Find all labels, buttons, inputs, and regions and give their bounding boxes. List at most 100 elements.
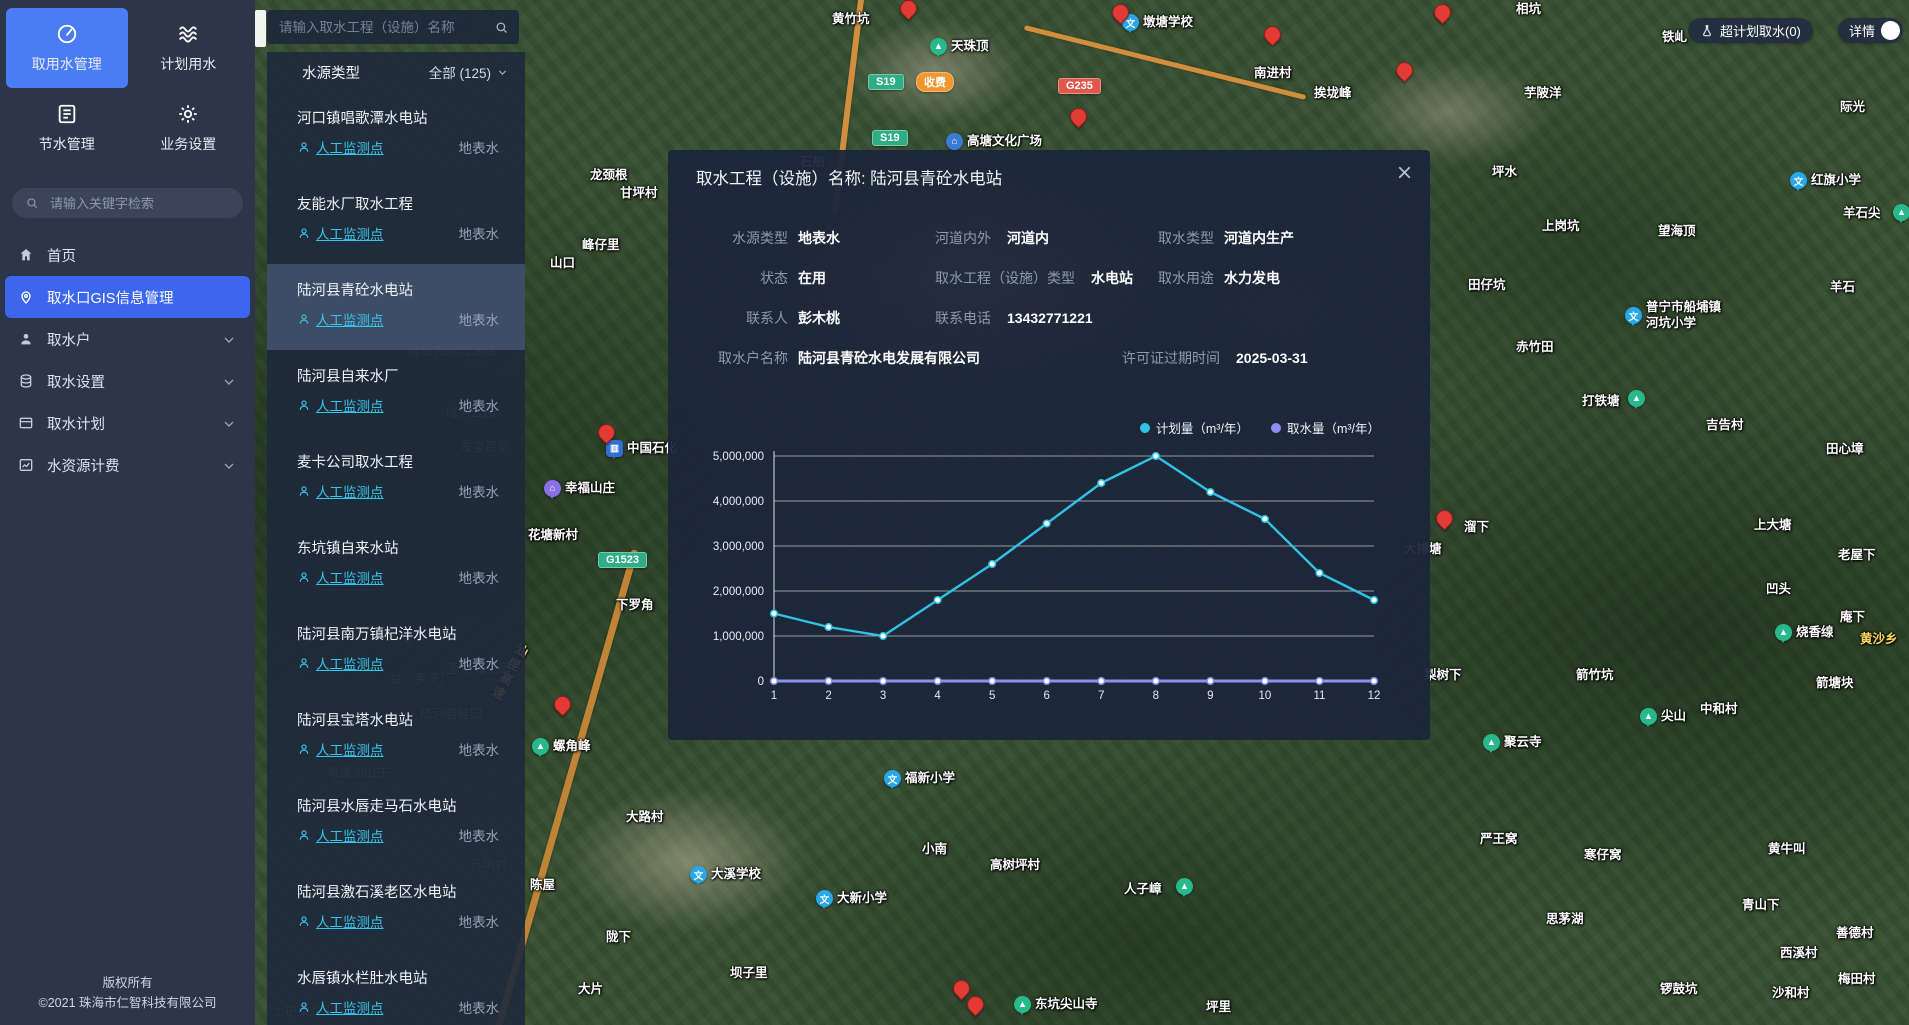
- filter-label: 水源类型: [302, 62, 360, 83]
- waves-icon: [177, 23, 199, 45]
- module-4[interactable]: 业务设置: [128, 88, 250, 168]
- station-list-item[interactable]: 东坑镇自来水站人工监测点地表水: [267, 522, 525, 608]
- station-list-item[interactable]: 麦卡公司取水工程人工监测点地表水: [267, 436, 525, 522]
- map-poi[interactable]: 文大新小学: [816, 890, 887, 907]
- over-plan-intake-button[interactable]: 超计划取水(0): [1688, 18, 1813, 43]
- map-poi[interactable]: 文福新小学: [884, 770, 955, 787]
- red-map-pin-icon[interactable]: [1392, 58, 1416, 82]
- map-poi[interactable]: ⌂高塘文化广场: [946, 133, 1042, 150]
- map-poi[interactable]: ▲天珠顶: [930, 38, 989, 55]
- map-poi[interactable]: 文墩塘学校: [1122, 14, 1193, 31]
- station-list-item[interactable]: 水唇镇水栏肚水电站人工监测点地表水: [267, 952, 525, 1025]
- sidebar-item-5[interactable]: 取水计划: [0, 402, 255, 444]
- field-label: 取水类型: [1158, 228, 1214, 248]
- field-value: 水电站: [1091, 268, 1133, 288]
- map-poi[interactable]: ▥中国石化: [606, 440, 677, 457]
- module-3[interactable]: 节水管理: [6, 88, 128, 168]
- field-pair: 取水类型河道内生产: [1158, 228, 1294, 248]
- sidebar-item-6[interactable]: 水资源计费: [0, 444, 255, 486]
- station-list-item[interactable]: 陆河县青砼水电站人工监测点地表水: [267, 264, 525, 350]
- map-poi-label: 高塘文化广场: [967, 134, 1042, 150]
- map-label: 溜下: [1464, 520, 1489, 536]
- module-label: 业务设置: [160, 134, 216, 154]
- filter-dropdown[interactable]: 全部 (125): [429, 62, 509, 82]
- location-pin-icon: [18, 289, 34, 305]
- map-poi[interactable]: ▲尖山: [1640, 708, 1686, 725]
- legend-item[interactable]: 取水量（m³/年）: [1271, 418, 1380, 437]
- map-poi[interactable]: ▲东坑尖山寺: [1014, 996, 1098, 1013]
- station-meta: 人工监测点地表水: [297, 223, 499, 243]
- map-poi[interactable]: ▲聚云寺: [1483, 734, 1542, 751]
- sidebar-item-label: 取水户: [47, 329, 91, 350]
- station-meta: 人工监测点地表水: [297, 567, 499, 587]
- sidebar-item-3[interactable]: 取水户: [0, 318, 255, 360]
- map-poi[interactable]: ▲螺角峰: [532, 738, 591, 755]
- monitor-point-link[interactable]: 人工监测点: [316, 825, 384, 845]
- station-list-item[interactable]: 友能水厂取水工程人工监测点地表水: [267, 178, 525, 264]
- red-map-pin-icon[interactable]: [550, 692, 574, 716]
- station-search[interactable]: [267, 10, 519, 44]
- map-poi[interactable]: ▲: [1176, 878, 1193, 895]
- resort-icon: ⌂: [544, 480, 561, 497]
- map-poi[interactable]: ⌂幸福山庄: [544, 480, 615, 497]
- home-icon: [18, 247, 34, 263]
- station-list-item[interactable]: 陆河县宝塔水电站人工监测点地表水: [267, 694, 525, 780]
- red-map-pin-icon[interactable]: [1066, 104, 1090, 128]
- station-list-item[interactable]: 陆河县水唇走马石水电站人工监测点地表水: [267, 780, 525, 866]
- road-badge: G1523: [598, 552, 647, 568]
- map-poi[interactable]: 文大溪学校: [690, 866, 761, 883]
- monitor-point-link[interactable]: 人工监测点: [316, 481, 384, 501]
- station-list-item[interactable]: 河口镇唱歌潭水电站人工监测点地表水: [267, 92, 525, 178]
- field-label: 联系电话: [935, 308, 991, 328]
- field-row: 联系人彭木桃联系电话13432771221: [700, 298, 1410, 338]
- monitor-point-link[interactable]: 人工监测点: [316, 653, 384, 673]
- monitor-point-link[interactable]: 人工监测点: [316, 567, 384, 587]
- monitor-point-link[interactable]: 人工监测点: [316, 911, 384, 931]
- map-label: 寒仔窝: [1584, 848, 1622, 864]
- red-map-pin-icon[interactable]: [896, 0, 920, 21]
- sidebar-item-4[interactable]: 取水设置: [0, 360, 255, 402]
- map-poi[interactable]: 文普宁市船埔镇 河坑小学: [1625, 300, 1721, 331]
- detail-toggle[interactable]: 详情: [1838, 18, 1903, 43]
- monitor-point-link[interactable]: 人工监测点: [316, 309, 384, 329]
- monitor-point-link[interactable]: 人工监测点: [316, 223, 384, 243]
- toggle-knob[interactable]: [1881, 21, 1900, 40]
- svg-text:3,000,000: 3,000,000: [713, 541, 764, 553]
- close-icon[interactable]: [1394, 162, 1415, 183]
- sidebar-search-input[interactable]: [48, 195, 230, 212]
- map-label: 箭塘块: [1816, 676, 1854, 692]
- sidebar-search[interactable]: [12, 188, 243, 218]
- sidebar-item-2[interactable]: 取水口GIS信息管理: [5, 276, 250, 318]
- person-icon: [297, 140, 311, 154]
- water-source-type: 地表水: [459, 739, 500, 759]
- map-label: 铁乢: [1662, 30, 1687, 46]
- legend-label: 计划量（m³/年）: [1156, 418, 1249, 437]
- map-poi-label: 墩塘学校: [1143, 15, 1193, 31]
- map-poi[interactable]: ▲: [1893, 204, 1909, 221]
- red-map-pin-icon[interactable]: [1260, 22, 1284, 46]
- red-map-pin-icon[interactable]: [963, 992, 987, 1016]
- map-poi[interactable]: ▲烧香缐: [1775, 624, 1834, 641]
- legend-item[interactable]: 计划量（m³/年）: [1140, 418, 1249, 437]
- person-icon: [297, 914, 311, 928]
- sidebar-item-1[interactable]: 首页: [0, 234, 255, 276]
- station-list-item[interactable]: 陆河县南万镇杞洋水电站人工监测点地表水: [267, 608, 525, 694]
- station-list-item[interactable]: 陆河县激石溪老区水电站人工监测点地表水: [267, 866, 525, 952]
- map-poi[interactable]: 文红旗小学: [1790, 172, 1861, 189]
- monitor-point-link[interactable]: 人工监测点: [316, 395, 384, 415]
- monitor-point-link[interactable]: 人工监测点: [316, 997, 384, 1017]
- map-poi[interactable]: ▲: [1628, 390, 1645, 407]
- red-map-pin-icon[interactable]: [1432, 506, 1456, 530]
- monitor-point-link[interactable]: 人工监测点: [316, 739, 384, 759]
- station-list-item[interactable]: 陆河县自来水厂人工监测点地表水: [267, 350, 525, 436]
- mountain-icon: ▲: [1176, 878, 1193, 895]
- mountain-icon: ▲: [930, 38, 947, 55]
- monitor-point-link[interactable]: 人工监测点: [316, 137, 384, 157]
- svg-text:4,000,000: 4,000,000: [713, 496, 764, 508]
- map-poi-label: 聚云寺: [1504, 735, 1542, 751]
- module-1[interactable]: 取用水管理: [6, 8, 128, 88]
- module-2[interactable]: 计划用水: [128, 8, 250, 88]
- map-label: 陇下: [606, 930, 631, 946]
- red-map-pin-icon[interactable]: [1430, 0, 1454, 24]
- station-search-input[interactable]: [277, 19, 494, 36]
